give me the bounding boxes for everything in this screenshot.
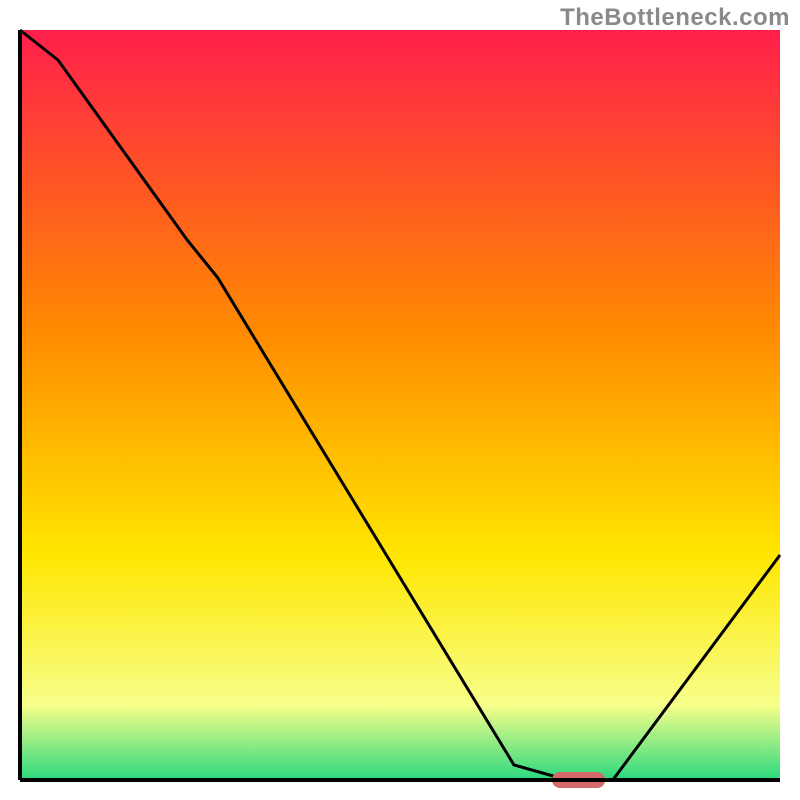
bottleneck-chart	[0, 0, 800, 800]
watermark-text: TheBottleneck.com	[560, 4, 790, 32]
plot-background	[20, 30, 780, 780]
chart-stage: TheBottleneck.com	[0, 0, 800, 800]
